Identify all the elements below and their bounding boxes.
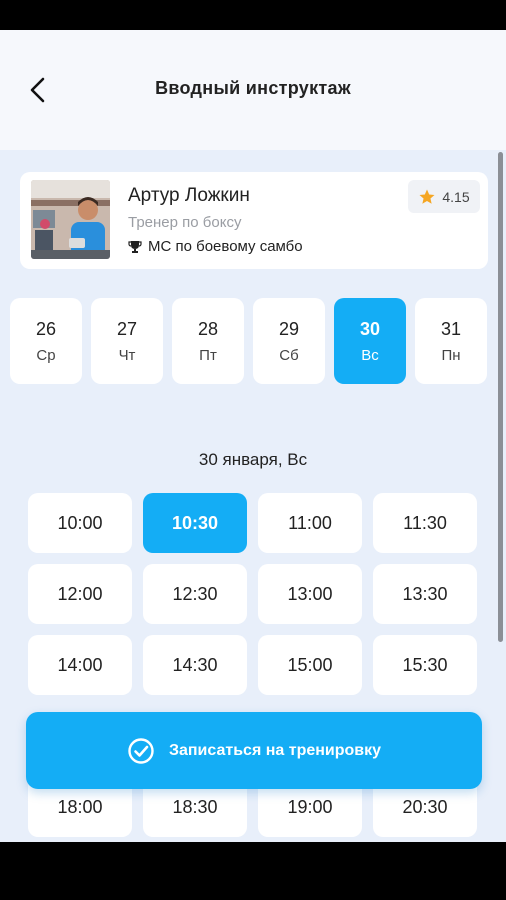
- time-slot-11-30[interactable]: 11:30: [373, 493, 477, 553]
- day-30[interactable]: 30 Вс: [334, 298, 406, 384]
- book-training-button[interactable]: Записаться на тренировку: [26, 712, 482, 789]
- trainer-role: Тренер по боксу: [128, 214, 242, 231]
- trainer-avatar: [31, 180, 110, 259]
- time-slot-12-00[interactable]: 12:00: [28, 564, 132, 624]
- time-slot-13-00[interactable]: 13:00: [258, 564, 362, 624]
- time-slot-15-00[interactable]: 15:00: [258, 635, 362, 695]
- time-slot-11-00[interactable]: 11:00: [258, 493, 362, 553]
- rating-value: 4.15: [442, 188, 470, 205]
- scrollbar[interactable]: [498, 152, 503, 642]
- time-slot-13-30[interactable]: 13:30: [373, 564, 477, 624]
- day-number: 31: [440, 318, 462, 339]
- time-slot-10-00[interactable]: 10:00: [28, 493, 132, 553]
- check-circle-icon: [128, 737, 154, 764]
- time-slot-14-30[interactable]: 14:30: [143, 635, 247, 695]
- day-27[interactable]: 27 Чт: [91, 298, 163, 384]
- date-heading: 30 января, Вс: [198, 450, 308, 469]
- day-weekday: Вс: [361, 346, 379, 364]
- time-slot-15-30[interactable]: 15:30: [373, 635, 477, 695]
- day-number: 30: [359, 318, 381, 339]
- screen: Вводный инструктаж Артур Ложкин Тренер п…: [0, 30, 506, 842]
- book-training-label: Записаться на тренировку: [168, 741, 382, 759]
- day-number: 26: [35, 318, 57, 339]
- day-number: 28: [197, 318, 219, 339]
- star-icon: [419, 189, 435, 204]
- day-weekday: Пт: [199, 346, 217, 364]
- trainer-name: Артур Ложкин: [128, 185, 250, 206]
- time-slot-10-30[interactable]: 10:30: [143, 493, 247, 553]
- status-bar: [0, 0, 506, 30]
- trainer-award: МС по боевому самбо: [128, 238, 303, 255]
- navigation-bar: [0, 842, 506, 900]
- trophy-icon: [128, 240, 142, 253]
- day-31[interactable]: 31 Пн: [415, 298, 487, 384]
- day-weekday: Сб: [279, 346, 299, 364]
- time-slot-14-00[interactable]: 14:00: [28, 635, 132, 695]
- time-slot-12-30[interactable]: 12:30: [143, 564, 247, 624]
- day-26[interactable]: 26 Ср: [10, 298, 82, 384]
- rating-badge: 4.15: [408, 180, 480, 213]
- day-number: 27: [116, 318, 138, 339]
- trainer-award-text: МС по боевому самбо: [148, 238, 303, 255]
- day-weekday: Чт: [118, 346, 136, 364]
- day-number: 29: [278, 318, 300, 339]
- page-title: Вводный инструктаж: [155, 78, 351, 98]
- day-weekday: Пн: [441, 346, 461, 364]
- header: Вводный инструктаж: [0, 30, 506, 150]
- day-29[interactable]: 29 Сб: [253, 298, 325, 384]
- day-28[interactable]: 28 Пт: [172, 298, 244, 384]
- trainer-card[interactable]: Артур Ложкин Тренер по боксу МС по боево…: [20, 172, 488, 269]
- day-weekday: Ср: [36, 346, 56, 364]
